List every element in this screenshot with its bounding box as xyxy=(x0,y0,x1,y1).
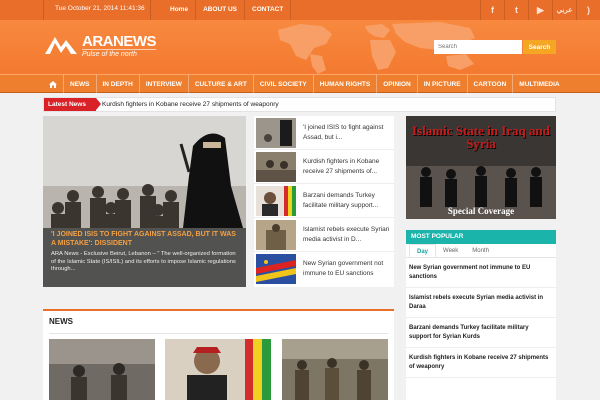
widget-heading: MOST POPULAR xyxy=(406,230,556,244)
top-link-home[interactable]: Home xyxy=(163,0,197,20)
youtube-icon[interactable]: ▶ xyxy=(528,0,552,20)
article-thumbnail xyxy=(256,186,296,216)
popular-item[interactable]: New Syrian government not immune to EU s… xyxy=(406,258,556,288)
nav-interview[interactable]: INTERVIEW xyxy=(138,75,188,93)
arabic-language-link[interactable]: عربي xyxy=(552,0,576,20)
popular-tabs: Day Week Month xyxy=(406,244,556,258)
nav-opinion[interactable]: OPINION xyxy=(376,75,416,93)
ticker-label: Latest News xyxy=(44,98,101,111)
most-popular-widget: MOST POPULAR Day Week Month New Syrian g… xyxy=(406,230,556,400)
logo-mark-icon xyxy=(45,37,77,54)
tab-week[interactable]: Week xyxy=(436,244,465,257)
top-links: Home ABOUT US CONTACT xyxy=(163,0,292,20)
main-navigation: NEWS IN DEPTH INTERVIEW CULTURE & ART CI… xyxy=(0,74,600,93)
article-title[interactable]: 'I joined ISIS to fight against Assad, b… xyxy=(303,123,391,143)
divider xyxy=(49,333,388,334)
nav-multimedia[interactable]: MULTIMEDIA xyxy=(512,75,565,93)
section-heading: NEWS xyxy=(49,317,73,326)
site-header: ARANEWS Pulse of the north Search xyxy=(0,20,600,74)
featured-excerpt: ARA News - Exclusive Beirut, Lebanon – "… xyxy=(51,251,236,272)
news-thumbnail[interactable] xyxy=(282,339,388,400)
list-item[interactable]: Islamist rebels execute Syrian media act… xyxy=(254,218,394,252)
nav-civil-society[interactable]: CIVIL SOCIETY xyxy=(252,75,313,93)
popular-item[interactable]: Kurdish fighters in Kobane receive 27 sh… xyxy=(406,348,556,378)
nav-culture-art[interactable]: CULTURE & ART xyxy=(187,75,253,93)
top-link-about-us[interactable]: ABOUT US xyxy=(196,0,246,20)
top-bar: Tue October 21, 2014 11:41:36 Home ABOUT… xyxy=(0,0,600,20)
nav-in-depth[interactable]: IN DEPTH xyxy=(95,75,139,93)
nav-in-picture[interactable]: IN PICTURE xyxy=(416,75,467,93)
featured-title[interactable]: 'I JOINED ISIS TO FIGHT AGAINST ASSAD, B… xyxy=(51,231,238,248)
home-icon xyxy=(49,80,57,88)
news-thumbnail[interactable] xyxy=(165,339,271,400)
featured-article[interactable]: 'I JOINED ISIS TO FIGHT AGAINST ASSAD, B… xyxy=(43,116,246,287)
facebook-icon[interactable]: f xyxy=(480,0,504,20)
nav-human-rights[interactable]: HUMAN RIGHTS xyxy=(312,75,377,93)
list-item[interactable]: Kurdish fighters in Kobane receive 27 sh… xyxy=(254,150,394,184)
search-button[interactable]: Search xyxy=(523,40,556,54)
ticker-headline[interactable]: Kurdish fighters in Kobane receive 27 sh… xyxy=(102,98,279,111)
article-title[interactable]: Islamist rebels execute Syrian media act… xyxy=(303,225,391,245)
article-title[interactable]: New Syrian government not immune to EU s… xyxy=(303,259,391,279)
tab-month[interactable]: Month xyxy=(465,244,496,257)
news-thumbnail[interactable] xyxy=(49,339,155,400)
nav-home[interactable] xyxy=(43,75,63,93)
featured-caption: 'I JOINED ISIS TO FIGHT AGAINST ASSAD, B… xyxy=(43,228,246,287)
search-input[interactable] xyxy=(434,40,522,54)
social-links: f t ▶ عربي ) xyxy=(480,0,600,20)
article-thumbnail xyxy=(256,220,296,250)
breaking-news-ticker: Latest News Kurdish fighters in Kobane r… xyxy=(43,97,556,112)
banner-subtitle: Special Coverage xyxy=(447,206,515,216)
tab-day[interactable]: Day xyxy=(409,244,437,257)
article-thumbnail xyxy=(256,254,296,284)
current-date: Tue October 21, 2014 11:41:36 xyxy=(55,5,145,12)
logo-tagline: Pulse of the north xyxy=(82,49,156,59)
rss-icon[interactable]: ) xyxy=(576,0,600,20)
list-item[interactable]: Barzani demands Turkey facilitate milita… xyxy=(254,184,394,218)
nav-cartoon[interactable]: CARTOON xyxy=(466,75,513,93)
article-title[interactable]: Barzani demands Turkey facilitate milita… xyxy=(303,191,391,211)
divider xyxy=(43,0,44,20)
recent-articles-list: 'I joined ISIS to fight against Assad, b… xyxy=(254,116,394,287)
list-item[interactable]: New Syrian government not immune to EU s… xyxy=(254,252,394,286)
article-thumbnail xyxy=(256,152,296,182)
popular-item[interactable]: Barzani demands Turkey facilitate milita… xyxy=(406,318,556,348)
popular-item[interactable]: Islamist rebels execute Syrian media act… xyxy=(406,288,556,318)
top-link-contact[interactable]: CONTACT xyxy=(245,0,292,20)
logo-title: ARANEWS xyxy=(82,33,157,50)
list-item[interactable]: 'I joined ISIS to fight against Assad, b… xyxy=(254,116,394,150)
article-thumbnail xyxy=(256,118,296,148)
banner-title: Islamic State in Iraq and Syria xyxy=(412,123,550,151)
divider xyxy=(150,0,151,20)
site-logo[interactable]: ARANEWS Pulse of the north xyxy=(44,33,157,59)
news-section: NEWS xyxy=(43,309,394,400)
special-coverage-banner[interactable]: Islamic State in Iraq and Syria Special … xyxy=(406,116,556,219)
article-title[interactable]: Kurdish fighters in Kobane receive 27 sh… xyxy=(303,157,391,177)
twitter-icon[interactable]: t xyxy=(504,0,528,20)
nav-news[interactable]: NEWS xyxy=(63,75,96,93)
